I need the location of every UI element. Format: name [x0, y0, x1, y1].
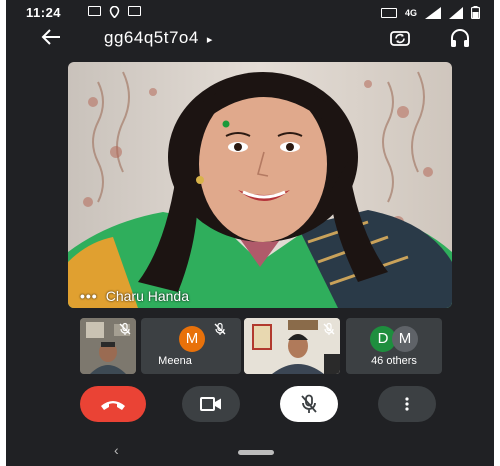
system-navigation-bar: ‹ [6, 436, 494, 466]
arrow-back-icon [41, 29, 60, 45]
avatar-meena: M [179, 326, 205, 352]
participant-tile-video-2[interactable] [244, 318, 340, 374]
network-type: 4G [404, 7, 417, 18]
participant-tile-video-1[interactable] [80, 318, 136, 374]
gallery-notification-icon [88, 6, 101, 16]
microphone-toggle-button[interactable] [280, 386, 338, 422]
status-bar: 11:24 4G [6, 0, 494, 24]
main-video-tile[interactable]: ••• Charu Handa [68, 62, 452, 308]
status-notification-icons [88, 6, 141, 18]
more-options-button[interactable] [378, 386, 436, 422]
nav-home-pill[interactable] [238, 450, 274, 455]
end-call-button[interactable] [80, 386, 146, 422]
mic-off-icon [214, 322, 226, 335]
switch-camera-icon [390, 31, 410, 46]
more-options-dots-icon[interactable]: ••• [80, 288, 98, 304]
mic-off-icon [119, 322, 131, 335]
call-end-icon [101, 401, 125, 410]
status-time: 11:24 [26, 5, 62, 20]
participant-name: Charu Handa [105, 288, 189, 304]
avatar-initial: D [377, 330, 389, 347]
audio-output-button[interactable] [448, 26, 472, 50]
avatar-initial: M [185, 330, 199, 347]
nav-back-button[interactable]: ‹ [114, 442, 119, 458]
avatar-m: M [392, 326, 418, 352]
signal-secondary-icon [449, 6, 463, 19]
others-count-label: 46 others [371, 355, 417, 367]
switch-camera-button[interactable] [388, 26, 412, 50]
participant-tile-meena[interactable]: M Meena [141, 318, 241, 374]
video-camera-icon [200, 397, 221, 411]
meeting-code-button[interactable]: gg64q5t7o4 ▸ [104, 28, 213, 48]
mic-off-icon [301, 394, 317, 413]
volte-icon [380, 7, 397, 18]
battery-icon [471, 6, 480, 19]
screenshot-notification-icon [128, 6, 141, 16]
camera-toggle-button[interactable] [182, 386, 240, 422]
meeting-code: gg64q5t7o4 [104, 28, 199, 47]
signal-icon [425, 6, 441, 19]
participant-tile-others[interactable]: D M 46 others [346, 318, 442, 374]
avatar-initial: M [398, 330, 412, 347]
participant-name: Meena [158, 355, 192, 367]
back-button[interactable] [40, 26, 62, 52]
phone-screen: 11:24 4G gg64q5t7o4 ▸ ••• Charu Handa M … [6, 0, 494, 466]
headphones-icon [451, 29, 469, 47]
mic-off-icon [323, 322, 335, 335]
location-icon [109, 6, 120, 18]
call-controls [6, 384, 494, 424]
more-vert-icon [405, 397, 409, 411]
participant-video [68, 62, 452, 308]
status-system-icons: 4G [380, 6, 480, 19]
meeting-top-bar: gg64q5t7o4 ▸ [6, 24, 494, 56]
caret-right-icon: ▸ [206, 34, 213, 46]
participant-name-label: ••• Charu Handa [80, 288, 189, 304]
